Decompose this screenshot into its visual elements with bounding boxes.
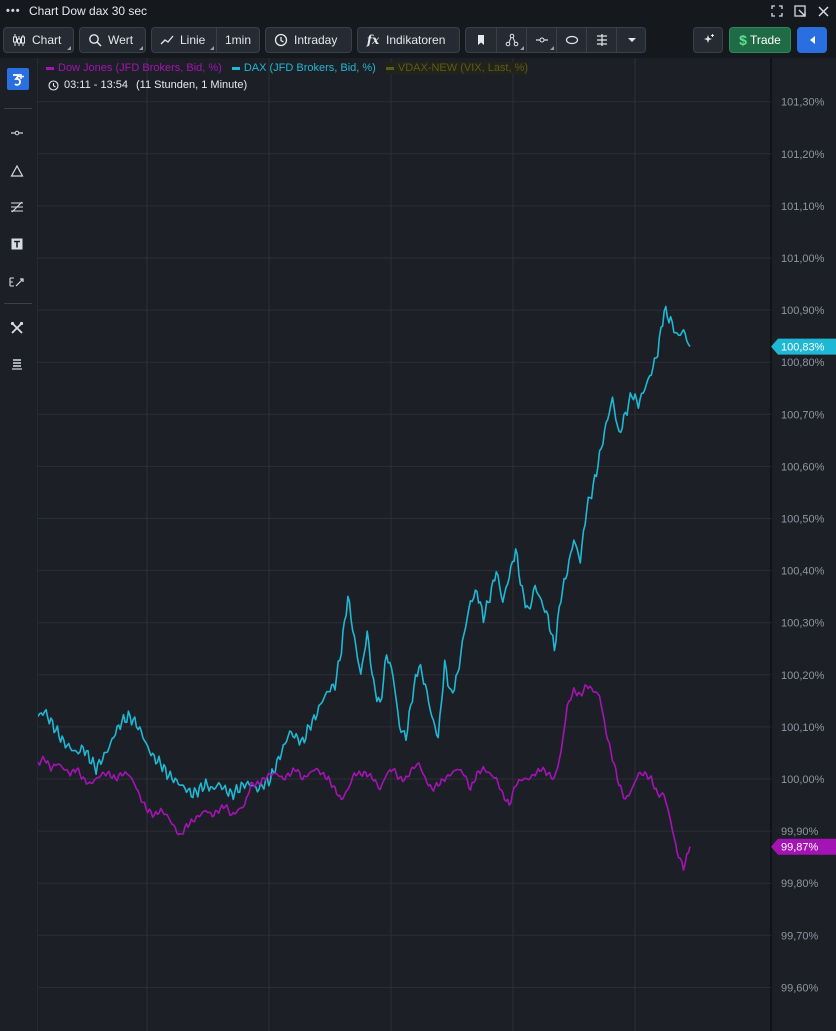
legend-item-vdax[interactable]: VDAX-NEW (VIX, Last, %) — [385, 62, 529, 74]
y-tick-label: 100,30% — [781, 618, 825, 630]
candlestick-icon — [12, 33, 26, 47]
window-title: Chart Dow dax 30 sec — [29, 4, 148, 18]
linie-button-label: Linie — [180, 33, 206, 47]
y-tick-label: 101,00% — [781, 253, 825, 265]
y-tick-label: 99,80% — [781, 878, 819, 890]
horizontal-line-icon — [535, 33, 549, 47]
chart-type-button[interactable]: Chart — [3, 27, 74, 53]
intraday-button[interactable]: Intraday — [265, 27, 352, 53]
legend-dow-label: Dow Jones (JFD Brokers, Bid, %) — [58, 62, 222, 74]
time-duration: (11 Stunden, 1 Minute) — [136, 79, 248, 91]
y-tick-label: 100,70% — [781, 409, 825, 421]
chart-button-label: Chart — [32, 33, 62, 47]
legend-item-dax[interactable]: DAX (JFD Brokers, Bid, %) — [231, 62, 376, 74]
dow-swatch — [46, 66, 54, 70]
fibonacci-tool-button[interactable] — [586, 28, 616, 52]
wert-button-label: Wert — [108, 33, 134, 47]
chevron-down-icon — [625, 33, 639, 47]
dax-last-value: 100,83% — [781, 342, 825, 354]
add-value-button[interactable]: Wert — [79, 27, 146, 53]
dow-last-value: 99,87% — [781, 842, 819, 854]
y-tick-label: 100,60% — [781, 461, 825, 473]
chart-toolbar: Chart Wert Linie 1min Intraday fx Indika… — [0, 22, 836, 58]
y-tick-label: 100,50% — [781, 514, 825, 526]
indicators-label: Indikatoren — [386, 33, 446, 47]
line-chart-icon — [160, 33, 174, 47]
bookmark-button[interactable] — [466, 28, 496, 52]
horizontal-line-tool-button[interactable] — [526, 28, 556, 52]
more-tools-dropdown[interactable] — [616, 28, 647, 52]
clock-icon — [274, 33, 288, 47]
fibonacci-icon — [595, 33, 609, 47]
y-tick-label: 99,90% — [781, 826, 819, 838]
ellipse-icon — [565, 33, 579, 47]
expand-icon[interactable] — [770, 4, 784, 18]
chart-legend: Dow Jones (JFD Brokers, Bid, %) DAX (JFD… — [46, 62, 529, 74]
y-tick-label: 100,40% — [781, 566, 825, 578]
drawing-tools-group — [465, 27, 646, 53]
y-tick-label: 100,80% — [781, 357, 825, 369]
panel-toggle-button[interactable] — [797, 27, 827, 53]
sparkle-icon — [701, 33, 715, 47]
caret-left-icon — [805, 33, 819, 47]
time-range-info: 03:11 - 13:54 (11 Stunden, 1 Minute) — [46, 78, 247, 92]
y-tick-label: 100,00% — [781, 774, 825, 786]
clock-icon — [46, 78, 60, 92]
search-icon — [88, 33, 102, 47]
vdax-swatch — [385, 66, 394, 70]
interval-button[interactable]: 1min — [216, 28, 259, 52]
dollar-icon: $ — [739, 32, 747, 48]
y-tick-label: 99,70% — [781, 930, 819, 942]
more-icon[interactable]: ••• — [6, 5, 22, 17]
magic-button[interactable] — [693, 27, 723, 53]
time-range: 03:11 - 13:54 — [64, 79, 129, 91]
bookmark-icon — [474, 33, 488, 47]
dax-swatch — [231, 66, 240, 70]
price-chart[interactable]: 101,30% 101,20% 101,10% 101,00% 100,90% 100,8… — [38, 58, 836, 1031]
logo-icon[interactable] — [7, 68, 29, 90]
layers-icon[interactable] — [8, 355, 26, 373]
intraday-label: Intraday — [294, 33, 338, 47]
annotation-tool-icon[interactable] — [8, 273, 26, 291]
indicators-button[interactable]: fx Indikatoren — [357, 27, 460, 53]
trade-label: Trade — [749, 33, 781, 47]
y-tick-label: 101,30% — [781, 97, 825, 109]
y-tick-label: 100,20% — [781, 670, 825, 682]
tools-icon[interactable] — [8, 319, 26, 337]
trade-button[interactable]: $ Trade — [729, 27, 791, 53]
node-tool-button[interactable] — [496, 28, 526, 52]
y-tick-label: 100,90% — [781, 305, 825, 317]
interval-label: 1min — [225, 33, 252, 47]
line-style-group: Linie 1min — [151, 27, 260, 53]
line-tool-icon[interactable] — [8, 124, 26, 142]
text-tool-icon[interactable] — [8, 235, 26, 253]
triangle-tool-icon[interactable] — [8, 162, 26, 180]
window-titlebar: ••• Chart Dow dax 30 sec — [0, 0, 836, 22]
ellipse-tool-button[interactable] — [556, 28, 586, 52]
legend-item-dow[interactable]: Dow Jones (JFD Brokers, Bid, %) — [46, 62, 222, 74]
y-tick-label: 100,10% — [781, 722, 825, 734]
line-style-button[interactable]: Linie — [152, 28, 216, 52]
fibonacci-tool-icon[interactable] — [8, 198, 26, 216]
function-icon: fx — [366, 33, 380, 47]
drawing-sidebar — [0, 58, 38, 1031]
nodes-icon — [505, 33, 519, 47]
popout-icon[interactable] — [793, 4, 807, 18]
y-tick-label: 101,20% — [781, 149, 825, 161]
legend-dax-label: DAX (JFD Brokers, Bid, %) — [243, 62, 376, 74]
legend-vdax-label: VDAX-NEW (VIX, Last, %) — [397, 62, 529, 74]
close-icon[interactable] — [816, 4, 830, 18]
y-tick-label: 99,60% — [781, 982, 819, 994]
y-tick-label: 101,10% — [781, 201, 825, 213]
